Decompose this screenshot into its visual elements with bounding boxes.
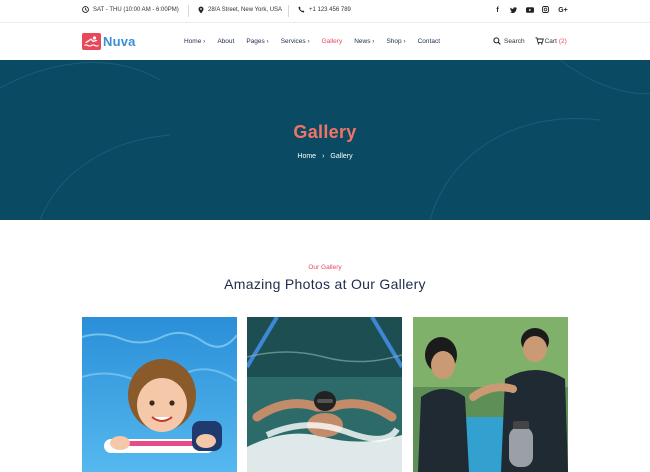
divider xyxy=(288,5,289,17)
nav-item-about[interactable]: About xyxy=(217,38,234,45)
breadcrumb: Home › Gallery xyxy=(0,153,650,160)
social-links: f G+ xyxy=(494,6,568,15)
cart-button[interactable]: Cart (2) xyxy=(535,37,567,45)
nav-item-contact[interactable]: Contact xyxy=(418,38,440,45)
divider xyxy=(188,5,189,17)
search-icon xyxy=(493,37,501,45)
opening-hours: SAT - THU (10:00 AM - 6:00PM) xyxy=(82,6,179,13)
section-subtitle: Our Gallery xyxy=(308,264,342,271)
nav-item-home[interactable]: Home › xyxy=(184,38,205,45)
section-title: Amazing Photos at Our Gallery xyxy=(224,276,426,292)
gallery-photo-butterfly-swimmer[interactable] xyxy=(247,317,402,472)
cart-icon xyxy=(535,37,544,45)
gallery-photo-child-swimmer[interactable] xyxy=(82,317,237,472)
google-plus-icon[interactable]: G+ xyxy=(558,7,568,14)
twitter-icon[interactable] xyxy=(510,6,517,15)
main-navbar: Nuva Home › About Pages › Services › Gal… xyxy=(0,23,650,60)
phone[interactable]: +1 123 456 789 xyxy=(298,6,351,13)
cart-label: Cart xyxy=(544,37,557,45)
search-label: Search xyxy=(504,37,525,45)
instagram-icon[interactable] xyxy=(542,6,549,15)
facebook-icon[interactable]: f xyxy=(494,7,501,14)
breadcrumb-current: Gallery xyxy=(330,153,353,160)
page-banner: Gallery Home › Gallery xyxy=(0,60,650,220)
youtube-icon[interactable] xyxy=(526,6,534,15)
nav-item-pages[interactable]: Pages › xyxy=(246,38,268,45)
page-title: Gallery xyxy=(293,122,357,142)
phone-icon xyxy=(298,6,305,13)
cart-count-badge: (2) xyxy=(558,37,567,45)
swimmer-logo-icon xyxy=(82,33,101,50)
search-button[interactable]: Search xyxy=(493,37,525,45)
top-info-bar: SAT - THU (10:00 AM - 6:00PM) 28/A Stree… xyxy=(0,0,650,23)
nav-item-gallery[interactable]: Gallery xyxy=(322,38,343,45)
phone-text: +1 123 456 789 xyxy=(309,6,351,13)
nav-item-services[interactable]: Services › xyxy=(281,38,310,45)
logo[interactable]: Nuva xyxy=(82,33,136,50)
primary-nav: Home › About Pages › Services › Gallery … xyxy=(184,38,452,45)
chevron-right-icon: › xyxy=(322,153,325,160)
address-text: 28/A Street, New York, USA xyxy=(208,7,283,13)
nav-actions: Search Cart (2) xyxy=(493,37,567,45)
map-pin-icon xyxy=(198,6,204,14)
opening-hours-text: SAT - THU (10:00 AM - 6:00PM) xyxy=(93,6,179,13)
nav-item-news[interactable]: News › xyxy=(354,38,374,45)
gallery-photo-divers[interactable] xyxy=(413,317,568,472)
nav-item-shop[interactable]: Shop › xyxy=(386,38,405,45)
breadcrumb-home-link[interactable]: Home xyxy=(297,153,316,160)
address: 28/A Street, New York, USA xyxy=(198,6,282,14)
clock-icon xyxy=(82,6,89,13)
logo-text: Nuva xyxy=(103,34,136,49)
